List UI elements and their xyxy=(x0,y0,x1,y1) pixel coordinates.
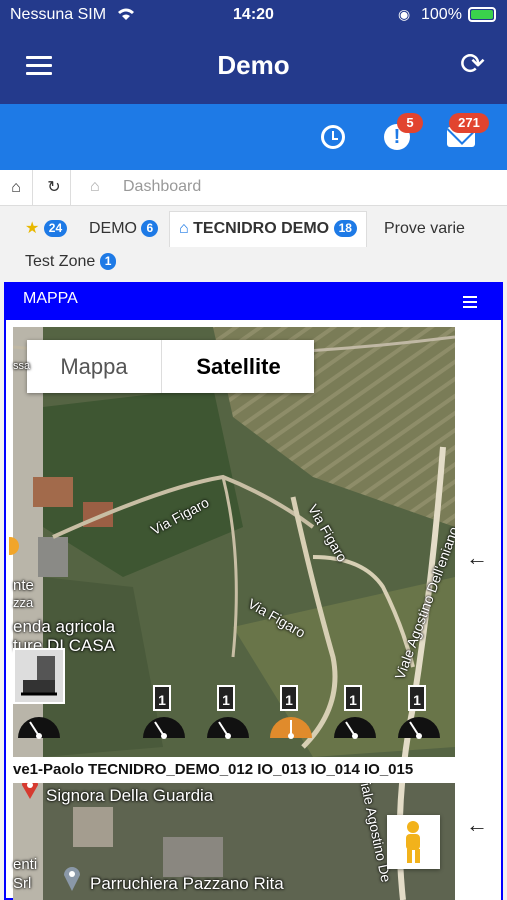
sensor-gauge-icon[interactable] xyxy=(396,710,442,740)
sensor-gauge-icon[interactable] xyxy=(332,710,378,740)
favorites-count-badge: 24 xyxy=(43,220,68,238)
map-type-satellite-button[interactable]: Satellite xyxy=(163,340,314,393)
breadcrumb: ⌂ ↻ ⌂ Dashboard xyxy=(0,170,507,206)
tab-label: Prove varie xyxy=(384,220,465,237)
page-title: Demo xyxy=(217,50,290,80)
tab-tecnidro-demo[interactable]: ⌂ TECNIDRO DEMO 18 xyxy=(169,211,367,247)
panel-title: MAPPA xyxy=(23,290,78,307)
tab-bar: ★ 24 DEMO 6 ⌂ TECNIDRO DEMO 18 Prove var… xyxy=(0,206,507,282)
panel-header: MAPPA xyxy=(6,284,501,320)
tab-count-badge: 6 xyxy=(141,220,159,238)
arrow-left-icon[interactable]: ← xyxy=(466,812,488,838)
map-poi-label: ssa xyxy=(13,360,31,372)
alerts-count-badge: 5 xyxy=(397,113,423,133)
sensor-gauge-icon[interactable] xyxy=(16,710,62,740)
sensor-label-strip: ve1-Paolo TECNIDRO_DEMO_012 IO_013 IO_01… xyxy=(13,757,455,783)
tab-favorites[interactable]: ★ 24 xyxy=(25,212,68,246)
reload-icon[interactable]: ↻ xyxy=(38,170,71,206)
tab-label: TECNIDRO DEMO xyxy=(193,220,330,237)
map-poi-label: nte xyxy=(13,577,34,594)
sensor-count: 1 xyxy=(280,685,298,711)
sensor-count: 1 xyxy=(217,685,235,711)
map-pin-icon[interactable] xyxy=(62,864,82,892)
refresh-icon[interactable]: ⟳ xyxy=(460,47,485,82)
star-icon: ★ xyxy=(25,220,40,237)
sensor-gauge-icon[interactable] xyxy=(141,710,187,740)
battery-icon xyxy=(468,7,496,22)
arrow-left-icon[interactable]: ← xyxy=(466,545,488,571)
street-view-pegman-icon[interactable] xyxy=(387,815,440,869)
panel-menu-icon[interactable] xyxy=(463,296,477,311)
breadcrumb-dashboard[interactable]: Dashboard xyxy=(123,178,201,196)
orientation-lock-icon: ◉ xyxy=(398,6,411,22)
tab-label: DEMO xyxy=(89,220,137,237)
tab-label: Test Zone xyxy=(25,253,96,270)
tab-count-badge: 18 xyxy=(333,220,357,238)
sensor-count: 1 xyxy=(153,685,171,711)
history-clock-icon[interactable] xyxy=(321,125,345,149)
tab-prove-varie[interactable]: Prove varie xyxy=(384,212,465,246)
sensor-count: 1 xyxy=(408,685,426,711)
app-header: Demo ⟳ xyxy=(0,30,507,104)
map-poi-label: Parruchiera Pazzano Rita xyxy=(90,874,284,893)
notification-bar xyxy=(0,104,507,170)
sensor-count: 1 xyxy=(344,685,362,711)
map-poi-label: Signora Della Guardia xyxy=(46,786,214,805)
home-icon: ⌂ xyxy=(179,220,189,237)
breadcrumb-home-icon[interactable]: ⌂ xyxy=(90,178,100,196)
tab-demo[interactable]: DEMO 6 xyxy=(89,212,159,246)
status-bar: Nessuna SIM 14:20 ◉ 100% xyxy=(0,0,507,30)
map-type-toggle: Mappa Satellite xyxy=(27,340,314,393)
sensor-station-icon[interactable] xyxy=(13,648,65,704)
sensor-gauge-icon[interactable] xyxy=(205,710,251,740)
map-poi-label: enti xyxy=(13,856,38,873)
map-type-map-button[interactable]: Mappa xyxy=(27,340,162,393)
mail-count-badge: 271 xyxy=(449,113,489,133)
map-poi-label: zza xyxy=(13,595,34,610)
tab-count-badge: 1 xyxy=(99,253,117,271)
map-poi-label: enda agricola xyxy=(13,617,116,636)
home-icon[interactable]: ⌂ xyxy=(0,170,33,206)
map-poi-label: Srl xyxy=(13,875,32,892)
battery-percent: 100% xyxy=(421,6,462,23)
sensor-gauge-active-icon[interactable] xyxy=(268,710,314,740)
tab-test-zone[interactable]: Test Zone 1 xyxy=(25,245,117,279)
